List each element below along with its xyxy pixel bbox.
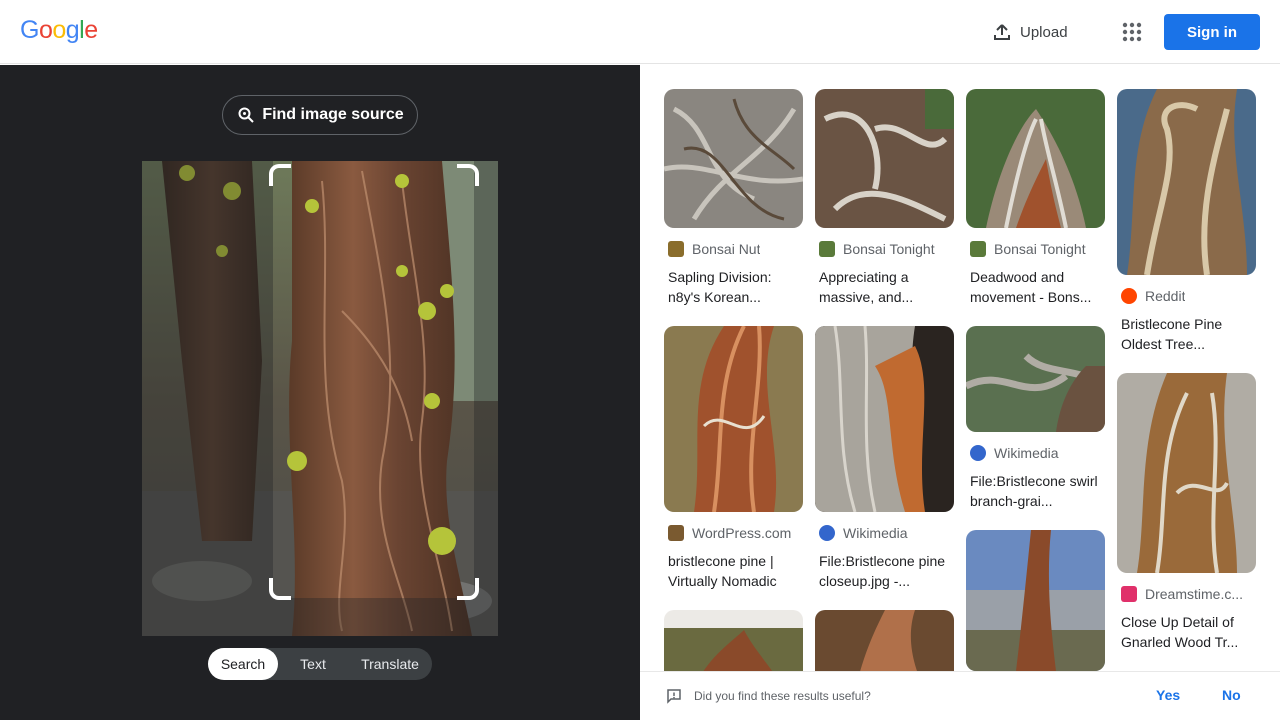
crop-handle-bottom-right[interactable]	[457, 578, 479, 600]
query-image[interactable]	[142, 161, 498, 636]
source-name: Dreamstime.c...	[1145, 586, 1244, 602]
crop-handle-top-left[interactable]	[269, 164, 291, 186]
source-name: Wikimedia	[843, 525, 908, 541]
sign-in-button[interactable]: Sign in	[1164, 14, 1260, 50]
result-thumbnail	[664, 89, 803, 228]
result-title: Sapling Division: n8y's Korean...	[668, 269, 772, 305]
source-favicon	[1121, 586, 1137, 602]
find-image-source-button[interactable]: Find image source	[222, 95, 418, 135]
visual-matches-panel: Bonsai Nut Sapling Division: n8y's Korea…	[640, 65, 1280, 720]
crop-mask-left	[142, 161, 273, 636]
feedback-yes-button[interactable]: Yes	[1156, 687, 1180, 703]
source-name: Reddit	[1145, 288, 1186, 304]
source-favicon	[970, 445, 986, 461]
source-name: Wikimedia	[994, 445, 1059, 461]
source-name: Bonsai Tonight	[994, 241, 1086, 257]
result-title: Close Up Detail of Gnarled Wood Tr...	[1121, 614, 1239, 650]
result-thumbnail	[966, 89, 1105, 228]
upload-label: Upload	[1020, 23, 1068, 41]
source-favicon	[819, 525, 835, 541]
result-card[interactable]: Dreamstime.c... Close Up Detail of Gnarl…	[1117, 373, 1256, 652]
source-name: Bonsai Tonight	[843, 241, 935, 257]
result-title: bristlecone pine | Virtually Nomadic	[668, 553, 777, 589]
tab-search[interactable]: Search	[208, 648, 278, 680]
lens-image-panel: Find image source Search Text Translate	[0, 65, 640, 720]
crop-handle-top-right[interactable]	[457, 164, 479, 186]
result-thumbnail	[1117, 373, 1256, 573]
source-name: Bonsai Nut	[692, 241, 761, 257]
result-title: Bristlecone Pine Oldest Tree...	[1121, 316, 1223, 352]
result-title: Appreciating a massive, and...	[819, 269, 914, 305]
result-card[interactable]	[966, 530, 1105, 671]
header: Google Upload Sign in	[0, 0, 1280, 64]
upload-icon	[994, 24, 1010, 40]
logo-letter: o	[38, 16, 53, 44]
logo-letter: e	[84, 16, 98, 44]
result-thumbnail	[966, 530, 1105, 671]
result-card[interactable]: Bonsai Tonight Appreciating a massive, a…	[815, 89, 954, 307]
lens-mode-tabs: Search Text Translate	[208, 648, 432, 680]
result-card[interactable]: Bonsai Tonight Deadwood and movement - B…	[966, 89, 1105, 307]
source-favicon	[970, 241, 986, 257]
source-favicon	[1121, 288, 1137, 304]
result-card[interactable]: Wikimedia File:Bristlecone pine closeup.…	[815, 326, 954, 591]
crop-mask-right	[474, 161, 498, 636]
result-title: File:Bristlecone swirl branch-grai...	[970, 473, 1098, 509]
result-thumbnail	[1117, 89, 1256, 275]
tab-translate[interactable]: Translate	[348, 648, 432, 680]
result-thumbnail	[664, 326, 803, 512]
google-logo[interactable]: Google	[20, 16, 98, 45]
source-favicon	[668, 241, 684, 257]
feedback-question: Did you find these results useful?	[694, 689, 871, 703]
crop-mask-bottom	[273, 598, 474, 636]
result-title: Deadwood and movement - Bons...	[970, 269, 1092, 305]
result-card[interactable]: Bonsai Nut Sapling Division: n8y's Korea…	[664, 89, 803, 307]
result-thumbnail	[815, 326, 954, 512]
lens-search-icon	[238, 107, 255, 123]
result-card[interactable]: WordPress.com bristlecone pine | Virtual…	[664, 326, 803, 591]
tab-text[interactable]: Text	[278, 648, 348, 680]
feedback-no-button[interactable]: No	[1222, 687, 1241, 703]
result-thumbnail	[966, 326, 1105, 432]
result-thumbnail	[815, 89, 954, 228]
crop-handle-bottom-left[interactable]	[269, 578, 291, 600]
upload-button[interactable]: Upload	[992, 20, 1068, 44]
feedback-bar: Did you find these results useful? Yes N…	[640, 671, 1280, 720]
feedback-icon	[667, 689, 681, 704]
result-card[interactable]: Reddit Bristlecone Pine Oldest Tree...	[1117, 89, 1256, 354]
result-card[interactable]: Wikimedia File:Bristlecone swirl branch-…	[966, 326, 1105, 511]
logo-letter: G	[20, 16, 39, 44]
source-favicon	[668, 525, 684, 541]
result-title: File:Bristlecone pine closeup.jpg -...	[819, 553, 946, 589]
source-name: WordPress.com	[692, 525, 792, 541]
logo-letter: g	[65, 16, 80, 44]
source-favicon	[819, 241, 835, 257]
apps-grid-icon[interactable]	[1120, 20, 1144, 44]
logo-letter: o	[52, 16, 66, 44]
find-image-source-label: Find image source	[262, 106, 404, 123]
